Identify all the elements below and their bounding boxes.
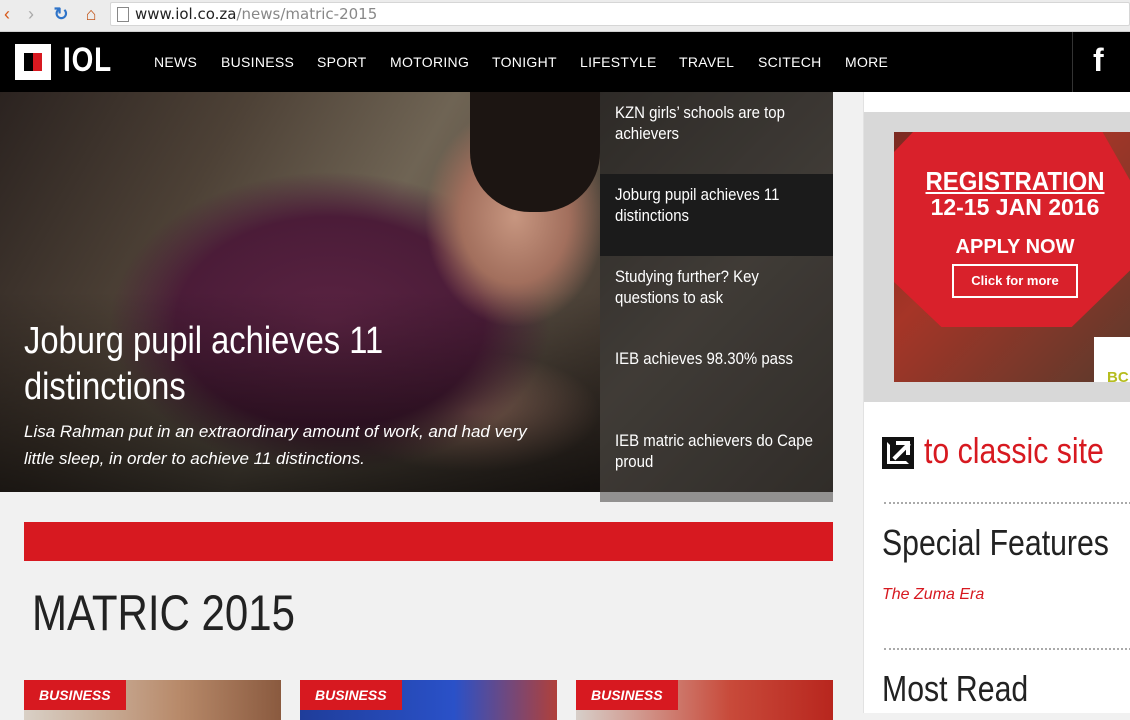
section-title: MATRIC 2015 bbox=[32, 585, 295, 641]
hero-photo bbox=[470, 92, 600, 212]
story-title: IEB achieves 98.30% pass bbox=[615, 349, 793, 368]
nav-sport[interactable]: SPORT bbox=[317, 54, 366, 70]
address-bar[interactable]: www.iol.co.za/news/matric-2015 bbox=[110, 2, 1130, 26]
story-title: KZN girls’ schools are top achievers bbox=[615, 103, 785, 143]
story-list: KZN girls’ schools are top achievers Job… bbox=[600, 92, 833, 502]
browser-toolbar: ‹ › ↻ ⌂ www.iol.co.za/news/matric-2015 bbox=[0, 0, 1130, 32]
back-icon[interactable]: ‹ bbox=[0, 3, 14, 25]
ad-cta-text: APPLY NOW bbox=[955, 236, 1075, 258]
nav-travel[interactable]: TRAVEL bbox=[679, 54, 734, 70]
category-tag[interactable]: BUSINESS bbox=[300, 680, 402, 710]
page-icon bbox=[117, 7, 129, 22]
story-item[interactable]: IEB achieves 98.30% pass bbox=[600, 338, 833, 420]
most-read-heading: Most Read bbox=[882, 668, 1029, 709]
url-path: /news/matric-2015 bbox=[236, 5, 378, 23]
ad-headline: REGISTRATION bbox=[925, 166, 1105, 196]
story-item[interactable]: Studying further? Key questions to ask bbox=[600, 256, 833, 338]
story-item-active[interactable]: Joburg pupil achieves 11 distinctions bbox=[600, 174, 833, 256]
forward-icon[interactable]: › bbox=[22, 3, 40, 25]
iol-logo[interactable]: IOL bbox=[15, 41, 115, 80]
classic-site-label: to classic site bbox=[924, 430, 1104, 471]
category-tag[interactable]: BUSINESS bbox=[576, 680, 678, 710]
article-card[interactable]: BUSINESS bbox=[300, 680, 557, 720]
logo-mark-icon bbox=[15, 44, 51, 80]
site-header: IOL NEWS BUSINESS SPORT MOTORING TONIGHT… bbox=[0, 32, 1130, 92]
facebook-button[interactable]: f bbox=[1072, 32, 1130, 92]
reload-icon[interactable]: ↻ bbox=[50, 3, 72, 25]
story-title: IEB matric achievers do Cape proud bbox=[615, 431, 813, 471]
ad-container: REGISTRATION 12-15 JAN 2016 APPLY NOW Cl… bbox=[864, 112, 1130, 402]
nav-lifestyle[interactable]: LIFESTYLE bbox=[580, 54, 657, 70]
home-icon[interactable]: ⌂ bbox=[80, 3, 102, 25]
hero-title[interactable]: Joburg pupil achieves 11 distinctions bbox=[24, 318, 385, 410]
nav-news[interactable]: NEWS bbox=[154, 54, 197, 70]
nav-motoring[interactable]: MOTORING bbox=[390, 54, 469, 70]
feature-link[interactable]: The Zuma Era bbox=[882, 586, 984, 604]
facebook-icon: f bbox=[1093, 42, 1104, 78]
external-link-icon bbox=[882, 437, 914, 469]
hero-subtitle: Lisa Rahman put in an extraordinary amou… bbox=[24, 422, 527, 468]
url-text[interactable]: www.iol.co.za/news/matric-2015 bbox=[135, 5, 377, 23]
story-item[interactable]: KZN girls’ schools are top achievers bbox=[600, 92, 833, 174]
special-features-heading: Special Features bbox=[882, 522, 1109, 563]
hero-story[interactable]: Joburg pupil achieves 11 distinctions Li… bbox=[0, 92, 600, 492]
nav-business[interactable]: BUSINESS bbox=[221, 54, 294, 70]
divider bbox=[884, 648, 1130, 650]
article-card[interactable]: BUSINESS bbox=[24, 680, 281, 720]
section-divider bbox=[24, 522, 833, 561]
url-host: www.iol.co.za bbox=[135, 5, 237, 23]
nav-scitech[interactable]: SCITECH bbox=[758, 54, 822, 70]
ad-dates: 12-15 JAN 2016 bbox=[930, 194, 1100, 220]
story-title: Studying further? Key questions to ask bbox=[615, 267, 759, 307]
ad-brand-logo: BC bbox=[1094, 337, 1130, 382]
nav-tonight[interactable]: TONIGHT bbox=[492, 54, 557, 70]
nav-more[interactable]: MORE bbox=[845, 54, 888, 70]
logo-text: IOL bbox=[63, 41, 112, 79]
right-sidebar: REGISTRATION 12-15 JAN 2016 APPLY NOW Cl… bbox=[863, 92, 1130, 713]
divider bbox=[884, 502, 1130, 504]
category-tag[interactable]: BUSINESS bbox=[24, 680, 126, 710]
story-item[interactable]: IEB matric achievers do Cape proud bbox=[600, 420, 833, 502]
ad-button[interactable]: Click for more bbox=[952, 264, 1078, 298]
advertisement[interactable]: REGISTRATION 12-15 JAN 2016 APPLY NOW Cl… bbox=[894, 132, 1130, 382]
story-title: Joburg pupil achieves 11 distinctions bbox=[615, 185, 780, 225]
article-card[interactable]: BUSINESS bbox=[576, 680, 833, 720]
